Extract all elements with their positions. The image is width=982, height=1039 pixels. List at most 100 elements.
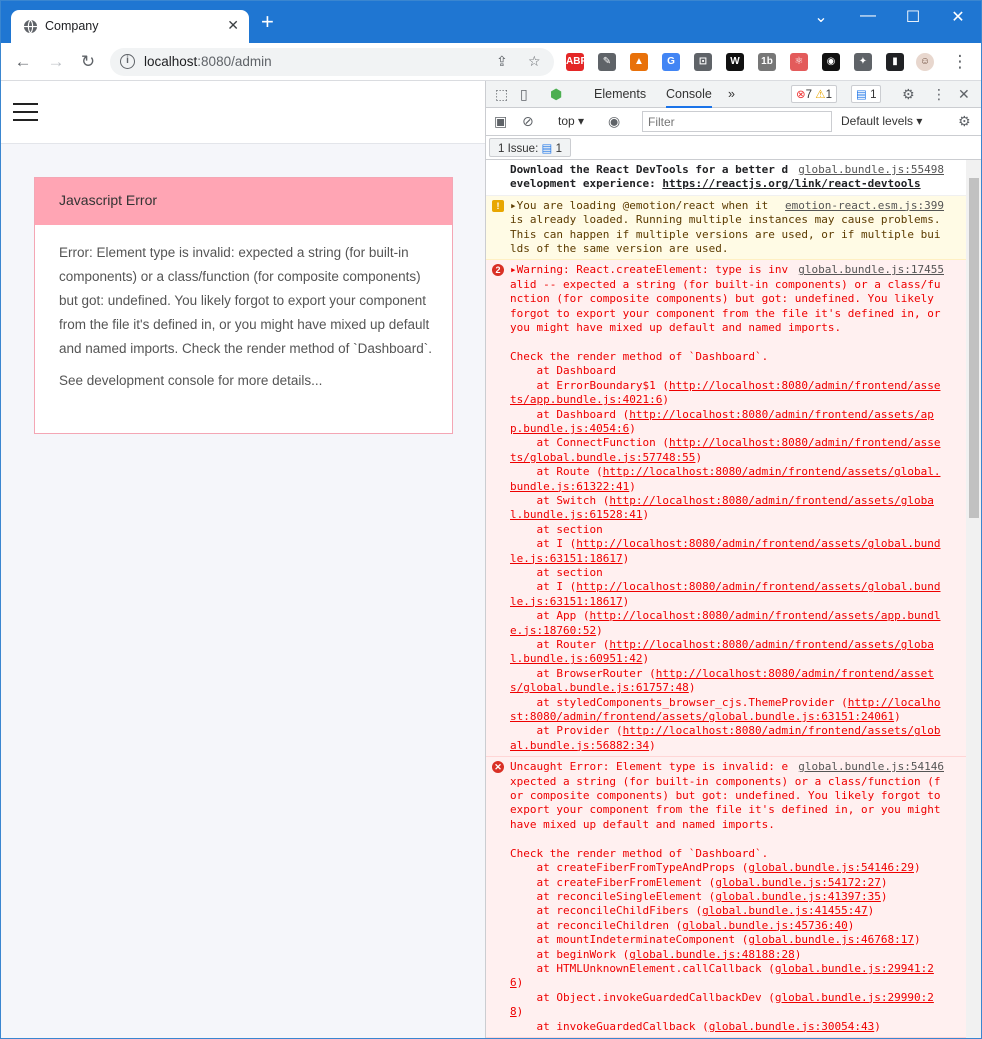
message-source-link[interactable]: global.bundle.js:55498 [798,163,944,177]
filter-input[interactable] [642,111,832,132]
tab-elements[interactable]: Elements [594,87,646,101]
stack-frame-function: at reconcileChildren ( [510,918,683,932]
stack-frame-link[interactable]: global.bundle.js:41397:35 [715,890,881,903]
extension-darkmode-icon[interactable]: ◉ [822,53,840,71]
stack-frame-link[interactable]: global.bundle.js:41455:47 [702,904,868,917]
stack-frame-link[interactable]: global.bundle.js:54172:27 [715,876,881,889]
tab-search-icon[interactable]: ⌄ [806,7,836,27]
extension-sidepanel-icon[interactable]: ▮ [886,53,904,71]
message-counter[interactable]: ▤ 1 [851,85,882,103]
stack-frame-close-paren: ) [516,1005,524,1019]
issues-pill[interactable]: 1 Issue: ▤ 1 [489,138,571,157]
error-hint: See development console for more details… [59,373,323,388]
stack-frame: at Dashboard [510,364,944,378]
console-settings-icon[interactable]: ⚙ [958,113,971,130]
stack-frame: at Switch (http://localhost:8080/admin/f… [510,494,944,523]
stack-frame-link[interactable]: global.bundle.js:30054:43 [709,1020,875,1033]
stack-frame: at styledComponents_browser_cjs.ThemePro… [510,696,944,725]
issue-message-icon: ▤ [541,143,553,155]
stack-frame-link[interactable]: global.bundle.js:54146:29 [748,861,914,874]
bookmark-star-icon[interactable]: ☆ [528,53,541,70]
menu-kebab-icon[interactable]: ⋮ [949,52,971,72]
stack-frame-function: at styledComponents_browser_cjs.ThemePro… [510,695,848,709]
stack-frame: at beginWork (global.bundle.js:48188:28) [510,948,944,962]
stack-frame: at Route (http://localhost:8080/admin/fr… [510,465,944,494]
console-filter-bar: ▣ ⊘ top ▾ ◉ Default levels ▾ ⚙ [486,108,981,136]
expand-triangle-icon[interactable]: ▸ [510,199,517,212]
site-info-icon[interactable]: i [120,54,135,69]
extension-puzzle-icon[interactable]: ✦ [854,53,872,71]
stack-frame-function: at ErrorBoundary$1 ( [510,378,669,392]
stack-frame-link[interactable]: global.bundle.js:48188:28 [629,948,795,961]
message-source-link[interactable]: global.bundle.js:54146 [798,760,944,774]
context-select[interactable]: top ▾ [558,114,584,128]
minimize-button[interactable]: — [853,7,883,25]
share-icon[interactable]: ⇪ [496,53,508,70]
context-value: top [558,114,575,128]
reload-button[interactable]: ↻ [77,52,99,72]
stack-frame-close-paren: ) [642,508,650,522]
stack-frame: at HTMLUnknownElement.callCallback (glob… [510,962,944,991]
stack-trace: at Dashboard at ErrorBoundary$1 (http://… [510,364,944,753]
stack-frame: at section [510,566,944,580]
clear-console-icon[interactable]: ⊘ [522,113,534,130]
browser-window: Company ✕ + ⌄ — ☐ ✕ ← → ↻ i localhost:80… [0,0,982,1039]
expand-triangle-icon[interactable]: ▸ [510,263,517,276]
close-devtools-icon[interactable]: ✕ [958,86,970,103]
tab-company[interactable]: Company ✕ [11,10,249,43]
maximize-button[interactable]: ☐ [898,7,928,27]
address-bar[interactable]: i localhost:8080/admin ⇪ ☆ [110,48,554,76]
stack-frame-function: at Provider ( [510,724,623,738]
extension-colorzilla-icon[interactable]: ▲ [630,53,648,71]
url-text[interactable]: localhost:8080/admin [144,54,272,69]
stack-frame-link[interactable]: global.bundle.js:45736:40 [682,919,848,932]
stack-frame: at App (http://localhost:8080/admin/fron… [510,609,944,638]
inspect-element-icon[interactable]: ⬚ [495,86,508,103]
stack-frame-close-paren: ) [880,889,888,903]
levels-label: Default levels [841,114,914,128]
extension-eyedropper-icon[interactable]: ✎ [598,53,616,71]
stack-frame-function: at reconcileSingleElement ( [510,889,716,903]
devtools-kebab-icon[interactable]: ⋮ [932,86,946,103]
issue-counter[interactable]: ⊗7 ⚠1 [791,85,837,103]
hamburger-menu-icon[interactable] [13,103,38,123]
stack-frame-function: at section [510,565,603,579]
extension-screenshot-icon[interactable]: ⊡ [694,53,712,71]
message-source-link[interactable]: emotion-react.esm.js:399 [785,199,944,213]
stack-frame-close-paren: ) [629,479,636,493]
settings-gear-icon[interactable]: ⚙ [902,86,915,103]
extension-react-icon[interactable]: ⚛ [790,53,808,71]
warning-triangle-icon: ! [492,199,504,212]
stack-frame-close-paren: ) [867,904,875,918]
new-tab-button[interactable]: + [261,11,274,33]
extension-hex-icon[interactable]: ⬢ [550,86,562,103]
sidebar-toggle-icon[interactable]: ▣ [494,113,507,130]
devtools-panel: ⬚ ▯ ⬢ Elements Console » ⊗7 ⚠1 ▤ 1 ⚙ ⋮ ✕… [485,81,981,1038]
forward-button[interactable]: → [45,52,67,72]
stack-frame: at I (http://localhost:8080/admin/fronte… [510,537,944,566]
back-button[interactable]: ← [12,52,34,72]
device-toolbar-icon[interactable]: ▯ [520,86,528,103]
stack-frame-link[interactable]: global.bundle.js:46768:17 [748,933,914,946]
message-link[interactable]: https://reactjs.org/link/react-devtools [662,177,920,190]
profile-avatar[interactable]: ☺ [916,53,934,71]
tab-console[interactable]: Console [666,87,712,108]
live-expression-eye-icon[interactable]: ◉ [608,113,620,130]
message-source-link[interactable]: global.bundle.js:17455 [798,263,944,277]
console-scrollbar[interactable] [966,160,981,1038]
scrollbar-thumb[interactable] [969,178,979,518]
stack-frame: at ErrorBoundary$1 (http://localhost:808… [510,379,944,408]
warning-count: 1 [825,89,832,101]
url-path: :8080/admin [197,54,272,69]
levels-dropdown[interactable]: Default levels ▾ [841,114,922,128]
extension-wikipedia-icon[interactable]: W [726,53,744,71]
tab-close-icon[interactable]: ✕ [227,17,239,34]
devtools-tabbar: ⬚ ▯ ⬢ Elements Console » ⊗7 ⚠1 ▤ 1 ⚙ ⋮ ✕ [486,81,981,108]
close-window-button[interactable]: ✕ [943,7,973,27]
extension-translate-icon[interactable]: G [662,53,680,71]
extension-ABP-icon[interactable]: ABP [566,53,587,71]
more-tabs-icon[interactable]: » [728,87,735,101]
extension-1b-icon[interactable]: 1b [758,53,776,71]
stack-frame: at reconcileChildren (global.bundle.js:4… [510,919,944,933]
stack-frame-function: at Dashboard ( [510,407,630,421]
